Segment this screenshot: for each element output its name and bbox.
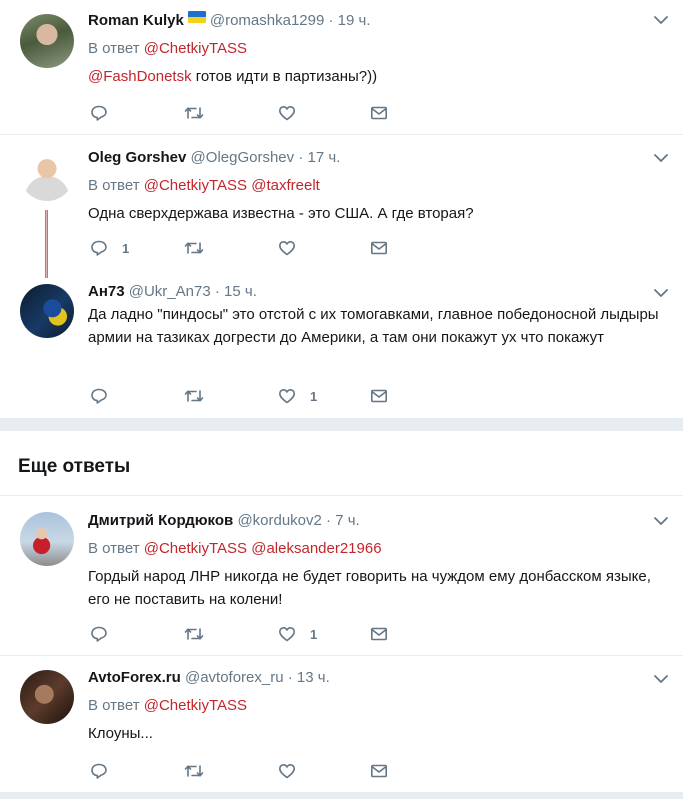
tweet-text: Да ладно "пиндосы" это отстой с их томог… [88, 306, 659, 346]
author-handle[interactable]: @OlegGorshev [191, 149, 295, 166]
reply-icon [91, 626, 107, 642]
author-name[interactable]: AvtoForex.ru [88, 669, 181, 686]
timestamp[interactable]: 15 ч. [224, 283, 257, 300]
retweet-button[interactable] [184, 386, 204, 406]
message-icon [370, 627, 387, 641]
like-icon [279, 241, 295, 256]
reply-mention[interactable]: @ChetkiyTASS [144, 697, 247, 714]
reply-prefix: В ответ [88, 40, 140, 57]
tweet-text: Одна сверхдержава известна - это США. А … [88, 205, 474, 222]
author-handle[interactable]: @avtoforex_ru [185, 669, 284, 686]
retweet-icon [184, 107, 204, 119]
like-count: 1 [310, 388, 318, 404]
author-handle[interactable]: @Ukr_An73 [129, 283, 211, 300]
tweet-roman-kulyk[interactable]: Roman Kulyk @romashka1299 · 19 ч. В ответ… [0, 0, 683, 134]
reply-button[interactable] [90, 761, 122, 781]
reply-mention[interactable]: @taxfreelt [251, 177, 320, 194]
like-count: 1 [310, 626, 318, 642]
separator-dot: · [287, 669, 293, 686]
reply-count: 1 [122, 240, 130, 256]
text-mention[interactable]: @FashDonetsk [88, 68, 192, 85]
tweet-an73[interactable]: Ан73 @Ukr_An73 · 15 ч. Да ладно "пиндосы… [0, 272, 683, 416]
tweet-text: @FashDonetsk готов идти в партизаны?)) [88, 65, 663, 88]
retweet-button[interactable] [184, 103, 204, 123]
author-name[interactable]: Oleg Gorshev [88, 149, 186, 166]
author-name[interactable]: Roman Kulyk [88, 12, 184, 29]
retweet-button[interactable] [184, 238, 204, 258]
tweet-oleg-gorshev[interactable]: Oleg Gorshev @OlegGorshev · 17 ч. В отве… [0, 135, 683, 278]
direct-message-button[interactable] [370, 238, 388, 258]
author-handle[interactable]: @romashka1299 [210, 12, 324, 29]
timestamp[interactable]: 17 ч. [308, 149, 341, 166]
reply-context: В ответ @ChetkiyTASS [88, 39, 663, 59]
like-icon [279, 764, 295, 779]
reply-icon [91, 763, 107, 779]
direct-message-button[interactable] [370, 386, 388, 406]
message-icon [370, 764, 387, 778]
direct-message-button[interactable] [370, 761, 388, 781]
avatar[interactable] [20, 284, 74, 338]
like-button[interactable] [278, 238, 310, 258]
tweet-dmitry-kordyukov[interactable]: Дмитрий Кордюков @kordukov2 · 7 ч. В отв… [0, 496, 683, 654]
like-button[interactable] [278, 103, 310, 123]
tweet-text: Гордый народ ЛНР никогда не будет говори… [88, 568, 651, 608]
direct-message-button[interactable] [370, 624, 388, 644]
separator-dot: · [326, 512, 332, 529]
reply-prefix: В ответ [88, 177, 140, 194]
avatar[interactable] [20, 670, 74, 724]
thread-connector [45, 210, 48, 278]
reply-icon [91, 240, 107, 256]
like-button[interactable]: 1 [278, 386, 317, 406]
message-icon [370, 241, 387, 255]
message-icon [370, 106, 387, 120]
avatar[interactable] [20, 147, 74, 201]
timestamp[interactable]: 7 ч. [335, 512, 360, 529]
tweet-text: Клоуны... [88, 725, 153, 742]
like-button[interactable] [278, 761, 310, 781]
section-gap [0, 418, 683, 431]
reply-mention[interactable]: @ChetkiyTASS [144, 40, 247, 57]
author-name[interactable]: Ан73 [88, 283, 125, 300]
timestamp[interactable]: 19 ч. [338, 12, 371, 29]
separator-dot: · [328, 12, 334, 29]
reply-mention[interactable]: @ChetkiyTASS [144, 540, 247, 557]
more-replies-heading: Еще ответы [18, 456, 131, 477]
reply-context: В ответ @ChetkiyTASS @taxfreelt [88, 176, 663, 196]
retweet-button[interactable] [184, 761, 204, 781]
like-icon [279, 389, 295, 404]
reply-context: В ответ @ChetkiyTASS @aleksander21966 [88, 539, 663, 559]
reply-button[interactable] [90, 103, 122, 123]
retweet-icon [184, 242, 204, 254]
reply-button[interactable] [90, 624, 122, 644]
retweet-icon [184, 628, 204, 640]
author-handle[interactable]: @kordukov2 [237, 512, 321, 529]
retweet-button[interactable] [184, 624, 204, 644]
like-icon [279, 627, 295, 642]
reply-icon [91, 105, 107, 121]
separator-dot: · [214, 283, 220, 300]
separator-dot: · [298, 149, 304, 166]
reply-button[interactable] [90, 386, 122, 406]
reply-icon [91, 388, 107, 404]
retweet-icon [184, 390, 204, 402]
retweet-icon [184, 765, 204, 777]
reply-mention[interactable]: @aleksander21966 [251, 540, 381, 557]
avatar[interactable] [20, 512, 74, 566]
ukraine-flag-icon [187, 11, 206, 23]
tweet-avtoforex[interactable]: AvtoForex.ru @avtoforex_ru · 13 ч. В отв… [0, 656, 683, 791]
reply-button[interactable]: 1 [90, 238, 129, 258]
reply-mention[interactable]: @ChetkiyTASS [144, 177, 247, 194]
like-button[interactable]: 1 [278, 624, 317, 644]
reply-prefix: В ответ [88, 540, 140, 557]
timestamp[interactable]: 13 ч. [297, 669, 330, 686]
author-name[interactable]: Дмитрий Кордюков [88, 512, 233, 529]
like-icon [279, 106, 295, 121]
section-gap [0, 792, 683, 799]
message-icon [370, 389, 387, 403]
reply-context: В ответ @ChetkiyTASS [88, 696, 663, 716]
avatar[interactable] [20, 14, 74, 68]
direct-message-button[interactable] [370, 103, 388, 123]
reply-prefix: В ответ [88, 697, 140, 714]
tweet-text-body: готов идти в партизаны?)) [191, 68, 378, 85]
